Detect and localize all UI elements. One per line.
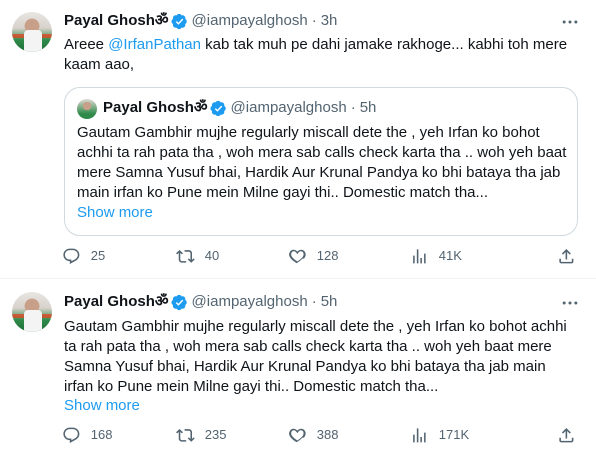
quoted-author-handle: @iampayalghosh <box>230 99 347 116</box>
reply-count: 25 <box>90 248 106 264</box>
repost-icon <box>176 429 195 442</box>
like-icon <box>289 428 306 443</box>
tweet[interactable]: Payal Ghoshॐ @iampayalghosh · 3h Areee @… <box>0 0 596 279</box>
tweet-text: Areee @IrfanPathan kab tak muh pe dahi j… <box>64 35 580 75</box>
quoted-author-name: Payal Ghoshॐ <box>103 99 208 116</box>
tweet-header: Payal Ghoshॐ @iampayalghosh · 5h <box>64 292 337 312</box>
quoted-avatar[interactable] <box>77 99 97 119</box>
share-icon <box>559 249 574 264</box>
show-more-link[interactable]: Show more <box>77 203 153 223</box>
view-count: 171K <box>438 427 470 443</box>
share-button[interactable] <box>557 426 576 445</box>
reply-button[interactable]: 25 <box>62 247 105 266</box>
like-button[interactable]: 128 <box>288 247 338 266</box>
share-button[interactable] <box>557 247 576 266</box>
separator-dot: · <box>311 293 317 310</box>
repost-button[interactable]: 235 <box>176 426 226 445</box>
reply-icon <box>63 248 80 264</box>
tweet-text-part: Areee <box>64 36 109 53</box>
tweet[interactable]: Payal Ghoshॐ @iampayalghosh · 5h Gautam … <box>0 280 596 464</box>
like-button[interactable]: 388 <box>288 426 338 445</box>
author-name[interactable]: Payal Ghoshॐ <box>64 11 169 31</box>
action-bar: 168 235 388 171K <box>62 426 582 450</box>
author-name[interactable]: Payal Ghoshॐ <box>64 292 169 312</box>
verified-badge-icon <box>171 294 187 310</box>
views-icon <box>413 249 426 264</box>
repost-button[interactable]: 40 <box>176 247 219 266</box>
quoted-tweet-text: Gautam Gambhir mujhe regularly miscall d… <box>77 124 567 201</box>
reply-icon <box>63 427 80 443</box>
share-icon <box>559 428 574 443</box>
verified-badge-icon <box>210 100 226 116</box>
more-icon[interactable] <box>560 293 580 313</box>
tweet-time[interactable]: 3h <box>321 11 338 31</box>
mention-link[interactable]: @IrfanPathan <box>108 36 201 53</box>
verified-badge-icon <box>171 13 187 29</box>
avatar[interactable] <box>12 12 52 52</box>
views-icon <box>413 428 426 443</box>
views-button[interactable]: 171K <box>410 426 469 445</box>
quoted-header: Payal Ghoshॐ @iampayalghosh · 5h <box>103 98 376 118</box>
like-icon <box>289 249 306 264</box>
repost-count: 235 <box>204 427 227 443</box>
separator-dot: · <box>350 99 356 116</box>
tweet-time[interactable]: 5h <box>321 292 338 312</box>
tweet-header: Payal Ghoshॐ @iampayalghosh · 3h <box>64 11 337 31</box>
author-handle[interactable]: @iampayalghosh <box>192 292 308 312</box>
action-bar: 25 40 128 41K <box>62 247 582 271</box>
tweet-text: Gautam Gambhir mujhe regularly miscall d… <box>64 318 567 395</box>
reply-button[interactable]: 168 <box>62 426 112 445</box>
repost-count: 40 <box>204 248 220 264</box>
author-handle[interactable]: @iampayalghosh <box>192 11 308 31</box>
repost-icon <box>176 250 195 263</box>
views-button[interactable]: 41K <box>410 247 462 266</box>
more-icon[interactable] <box>560 12 580 32</box>
avatar[interactable] <box>12 292 52 332</box>
separator-dot: · <box>311 12 317 29</box>
like-count: 128 <box>316 248 339 264</box>
reply-count: 168 <box>90 427 113 443</box>
quoted-tweet[interactable]: Payal Ghoshॐ @iampayalghosh · 5h Gautam … <box>64 87 578 236</box>
show-more-link[interactable]: Show more <box>64 396 140 416</box>
like-count: 388 <box>316 427 339 443</box>
view-count: 41K <box>438 248 462 264</box>
quoted-tweet-time: 5h <box>359 99 377 116</box>
